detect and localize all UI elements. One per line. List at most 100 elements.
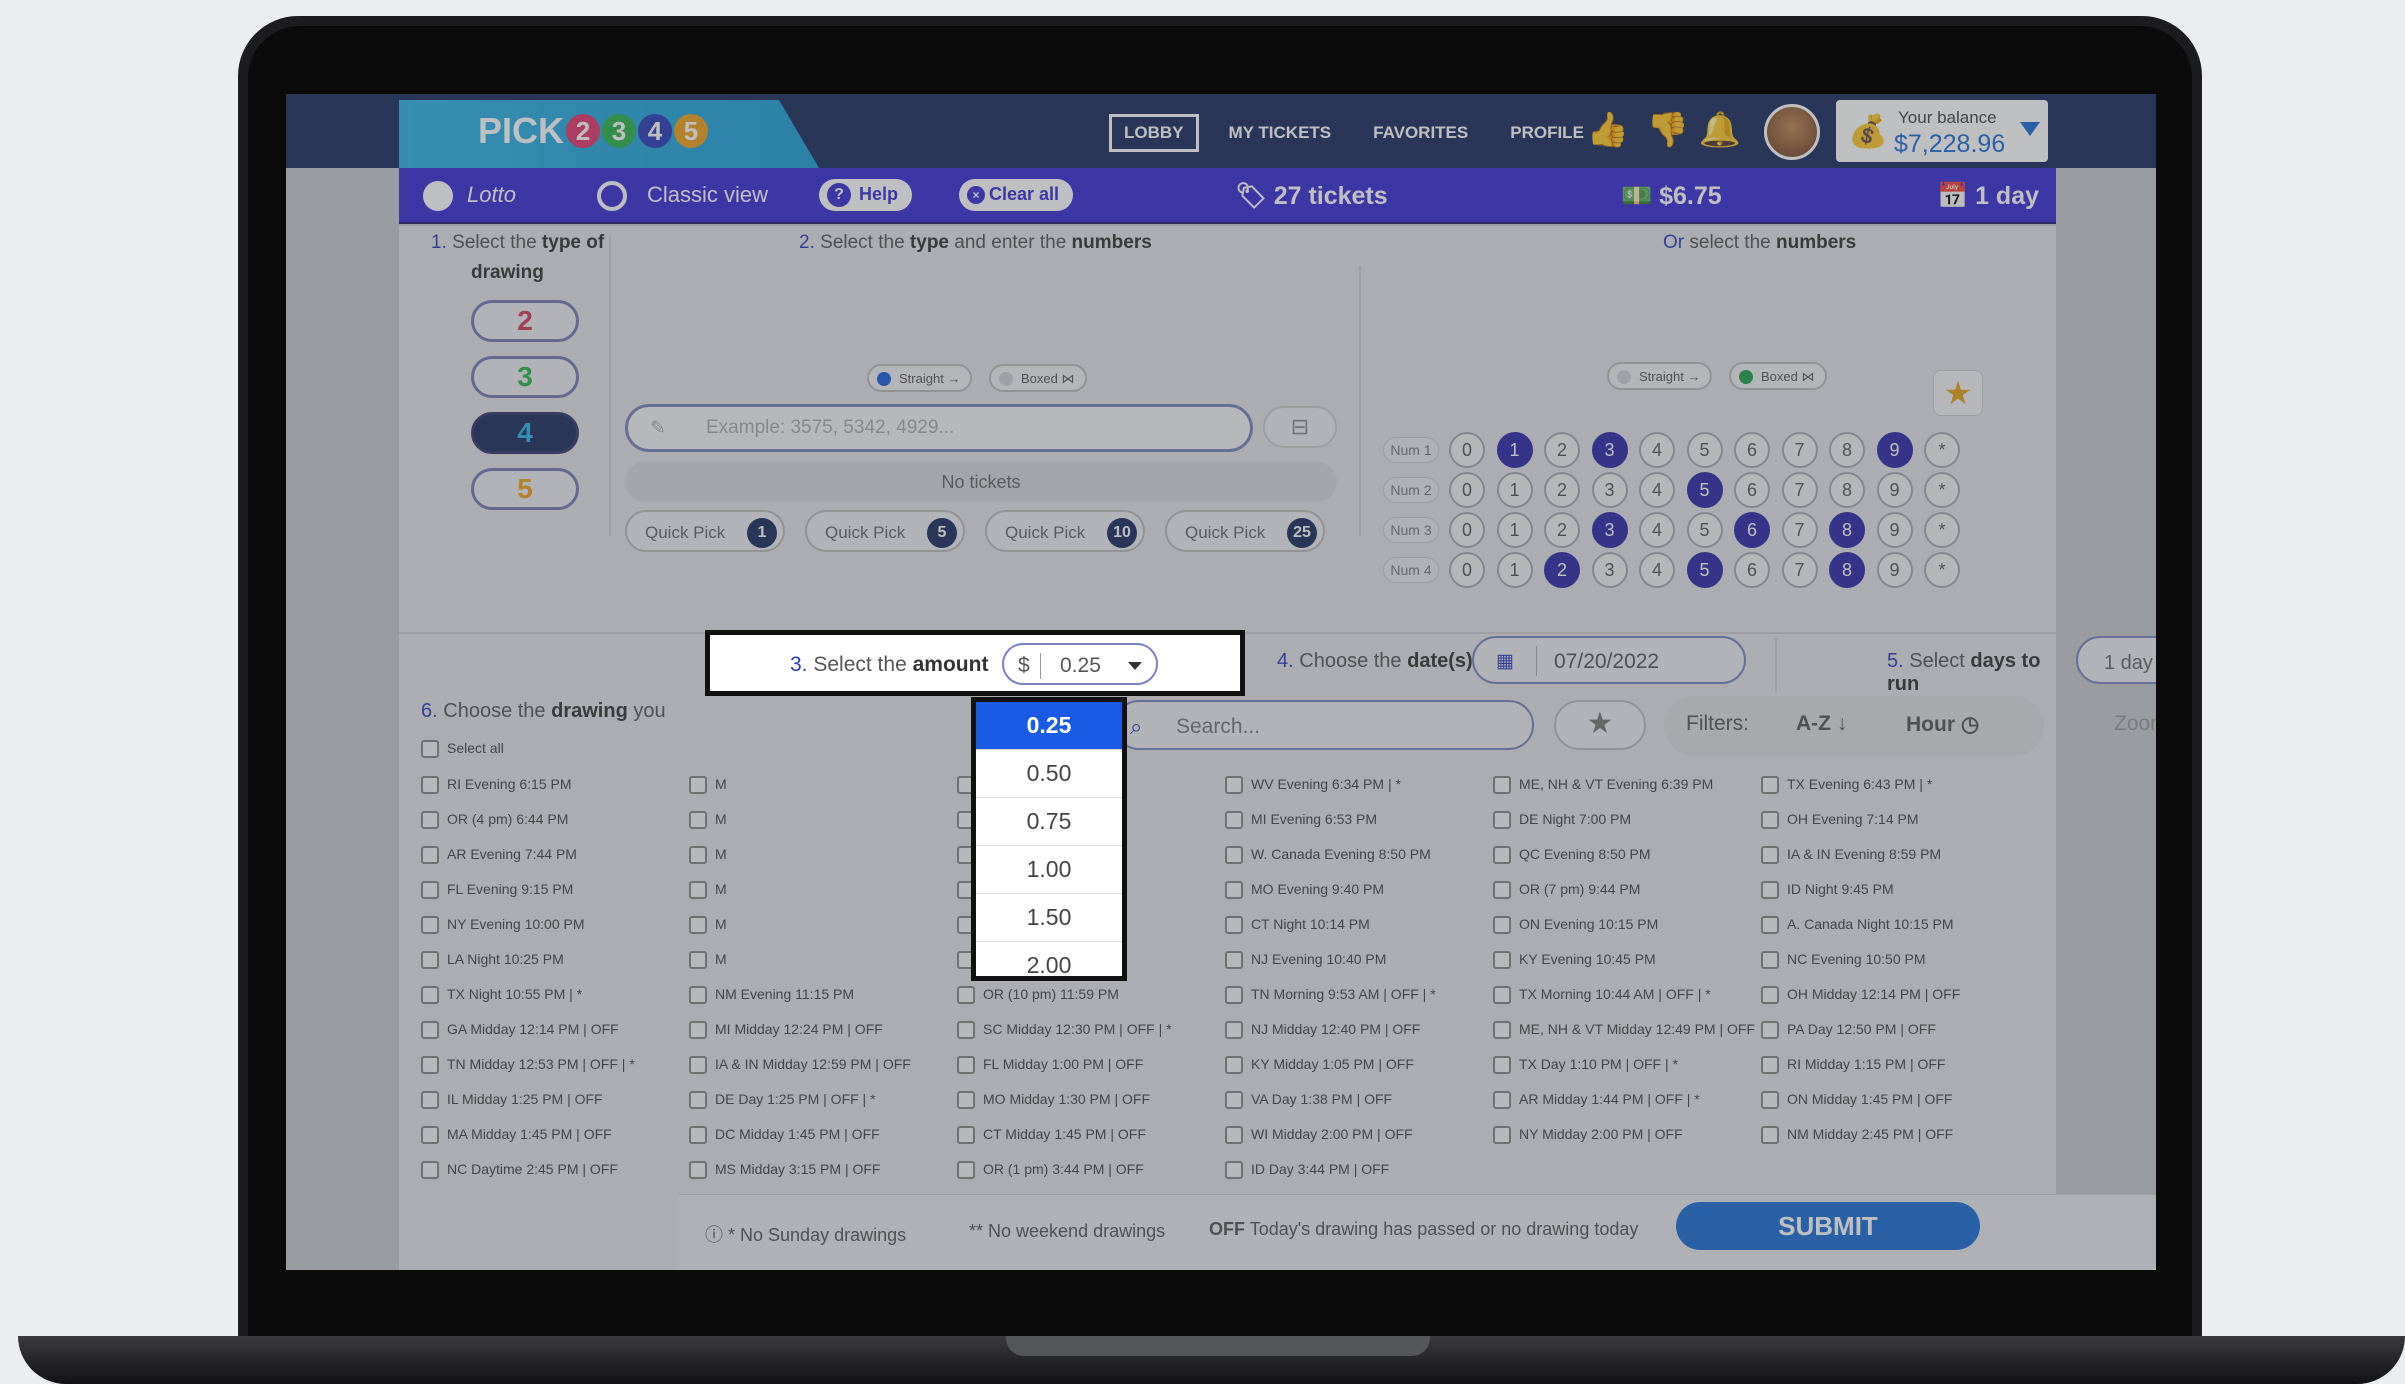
drawing-checkbox[interactable]: OR (4 pm) 6:44 PM bbox=[421, 811, 568, 830]
number-ball[interactable]: 5 bbox=[1686, 512, 1723, 548]
straight-toggle[interactable]: Straight → bbox=[867, 364, 973, 392]
drawing-checkbox[interactable]: TX Morning 10:44 AM | OFF | * bbox=[1493, 986, 1711, 1005]
straight-toggle-2[interactable]: Straight → bbox=[1607, 362, 1713, 390]
number-ball[interactable]: 3 bbox=[1591, 552, 1628, 588]
drawing-checkbox[interactable]: VA Day 1:38 PM | OFF bbox=[1225, 1091, 1392, 1110]
number-ball[interactable]: 0 bbox=[1449, 552, 1485, 588]
days-dropdown[interactable]: 1 day ▾ bbox=[2076, 636, 2156, 684]
drawing-checkbox[interactable]: ME, NH & VT Evening 6:39 PM bbox=[1493, 776, 1713, 795]
drawing-checkbox[interactable]: NY Evening 10:00 PM bbox=[421, 916, 585, 935]
drawing-checkbox[interactable]: RI Midday 1:15 PM | OFF bbox=[1761, 1056, 1945, 1075]
number-ball[interactable]: 1 bbox=[1496, 512, 1533, 548]
number-ball[interactable]: 3 bbox=[1591, 472, 1628, 508]
drawing-checkbox[interactable]: M bbox=[689, 776, 727, 795]
number-ball[interactable]: 2 bbox=[1544, 552, 1580, 588]
drawing-checkbox[interactable]: RI Evening 6:15 PM bbox=[421, 776, 572, 795]
number-ball[interactable]: 2 bbox=[1544, 472, 1580, 508]
number-ball[interactable]: * bbox=[1924, 512, 1960, 548]
amount-option[interactable]: 1.00 bbox=[976, 846, 1122, 894]
number-ball[interactable]: 8 bbox=[1829, 472, 1865, 508]
drawing-checkbox[interactable]: OH Midday 12:14 PM | OFF bbox=[1761, 986, 1960, 1005]
number-ball[interactable]: 4 bbox=[1639, 472, 1675, 508]
drawing-checkbox[interactable]: SC Midday 12:30 PM | OFF | * bbox=[957, 1021, 1172, 1040]
drawing-checkbox[interactable]: M bbox=[689, 951, 727, 970]
drawing-checkbox[interactable]: DE Night 7:00 PM bbox=[1493, 811, 1631, 830]
drawing-checkbox[interactable]: TX Evening 6:43 PM | * bbox=[1761, 776, 1932, 795]
number-ball[interactable]: 1 bbox=[1496, 552, 1533, 588]
number-ball[interactable]: 7 bbox=[1781, 512, 1818, 548]
drawing-checkbox[interactable]: DC Midday 1:45 PM | OFF bbox=[689, 1126, 880, 1145]
drawing-checkbox[interactable]: KY Evening 10:45 PM bbox=[1493, 951, 1656, 970]
quick-pick-10[interactable]: Quick Pick 10 bbox=[985, 510, 1145, 552]
bell-icon[interactable]: 🔔 bbox=[1698, 108, 1742, 152]
lotto-radio[interactable] bbox=[423, 181, 453, 211]
number-ball[interactable]: 0 bbox=[1449, 432, 1485, 468]
number-ball[interactable]: 6 bbox=[1734, 472, 1770, 508]
boxed-toggle[interactable]: Boxed ⋈ bbox=[989, 364, 1087, 392]
amount-option[interactable]: 1.50 bbox=[976, 894, 1122, 942]
drawing-checkbox[interactable]: CT Midday 1:45 PM | OFF bbox=[957, 1126, 1146, 1145]
drawing-checkbox[interactable]: ID Day 3:44 PM | OFF bbox=[1225, 1161, 1389, 1180]
drawing-checkbox[interactable]: A. Canada Night 10:15 PM bbox=[1761, 916, 1954, 935]
nav-lobby[interactable]: LOBBY bbox=[1109, 114, 1199, 152]
drawing-checkbox[interactable]: TX Night 10:55 PM | * bbox=[421, 986, 582, 1005]
drawing-checkbox[interactable]: M bbox=[689, 811, 727, 830]
drawing-checkbox[interactable]: M bbox=[689, 916, 727, 935]
pick5-button[interactable]: 5 bbox=[471, 468, 579, 510]
pick-logo[interactable]: PICK 2 3 4 5 bbox=[478, 110, 709, 152]
drawing-checkbox[interactable]: NM Evening 11:15 PM bbox=[689, 986, 854, 1005]
number-ball[interactable]: 3 bbox=[1591, 512, 1628, 548]
nav-profile[interactable]: PROFILE bbox=[1498, 117, 1596, 149]
drawing-checkbox[interactable]: M bbox=[689, 846, 727, 865]
thumbs-up-icon[interactable]: 👍 bbox=[1586, 108, 1630, 152]
number-ball[interactable]: 5 bbox=[1686, 472, 1723, 508]
drawing-checkbox[interactable]: MA Midday 1:45 PM | OFF bbox=[421, 1126, 612, 1145]
drawing-checkbox[interactable]: AR Evening 7:44 PM bbox=[421, 846, 577, 865]
amount-select[interactable]: $ 0.25 bbox=[1002, 643, 1158, 685]
drawing-checkbox[interactable]: GA Midday 12:14 PM | OFF bbox=[421, 1021, 619, 1040]
number-ball[interactable]: 6 bbox=[1734, 552, 1770, 588]
drawing-checkbox[interactable]: MI Midday 12:24 PM | OFF bbox=[689, 1021, 883, 1040]
number-ball[interactable]: * bbox=[1924, 432, 1960, 468]
drawing-checkbox[interactable]: KY Midday 1:05 PM | OFF bbox=[1225, 1056, 1414, 1075]
favorite-star-icon[interactable]: ★ bbox=[1933, 370, 1983, 416]
drawing-checkbox[interactable]: QC Evening 8:50 PM bbox=[1493, 846, 1651, 865]
drawing-checkbox[interactable]: WI Midday 2:00 PM | OFF bbox=[1225, 1126, 1413, 1145]
help-button[interactable]: ? Help bbox=[819, 179, 913, 211]
drawing-checkbox[interactable]: WV Evening 6:34 PM | * bbox=[1225, 776, 1401, 795]
drawing-checkbox[interactable]: MS Midday 3:15 PM | OFF bbox=[689, 1161, 880, 1180]
classic-view-radio[interactable] bbox=[597, 181, 627, 211]
pick4-button[interactable]: 4 bbox=[471, 412, 579, 454]
number-ball[interactable]: 7 bbox=[1781, 472, 1818, 508]
number-ball[interactable]: 3 bbox=[1591, 432, 1628, 468]
drawing-checkbox[interactable]: OR (10 pm) 11:59 PM bbox=[957, 986, 1119, 1005]
numbers-input[interactable]: ✎ Example: 3575, 5342, 4929... bbox=[625, 404, 1253, 452]
avatar[interactable] bbox=[1764, 104, 1820, 160]
drawing-checkbox[interactable]: TX Day 1:10 PM | OFF | * bbox=[1493, 1056, 1678, 1075]
quick-pick-1[interactable]: Quick Pick 1 bbox=[625, 510, 785, 552]
number-ball[interactable]: 4 bbox=[1639, 552, 1675, 588]
pick2-button[interactable]: 2 bbox=[471, 300, 579, 342]
number-ball[interactable]: 7 bbox=[1781, 552, 1818, 588]
number-ball[interactable]: 6 bbox=[1734, 512, 1770, 548]
drawing-checkbox[interactable]: NY Midday 2:00 PM | OFF bbox=[1493, 1126, 1683, 1145]
boxed-toggle-2[interactable]: Boxed ⋈ bbox=[1729, 362, 1827, 390]
number-ball[interactable]: 2 bbox=[1544, 432, 1580, 468]
number-ball[interactable]: 8 bbox=[1829, 432, 1865, 468]
number-ball[interactable]: * bbox=[1924, 472, 1960, 508]
select-all-checkbox[interactable]: Select all bbox=[421, 740, 504, 759]
drawing-checkbox[interactable]: NM Midday 2:45 PM | OFF bbox=[1761, 1126, 1953, 1145]
az-filter[interactable]: A-Z ↓ bbox=[1796, 712, 1847, 736]
number-ball[interactable]: 9 bbox=[1876, 472, 1913, 508]
clear-all-button[interactable]: × Clear all bbox=[959, 179, 1074, 211]
number-ball[interactable]: 4 bbox=[1639, 432, 1675, 468]
quick-pick-5[interactable]: Quick Pick 5 bbox=[805, 510, 965, 552]
drawing-checkbox[interactable]: OH Evening 7:14 PM bbox=[1761, 811, 1919, 830]
number-ball[interactable]: 5 bbox=[1686, 552, 1723, 588]
date-picker[interactable]: ▦ 07/20/2022 bbox=[1472, 636, 1746, 684]
number-ball[interactable]: 6 bbox=[1734, 432, 1770, 468]
drawing-checkbox[interactable]: AR Midday 1:44 PM | OFF | * bbox=[1493, 1091, 1700, 1110]
drawing-checkbox[interactable]: MI Evening 6:53 PM bbox=[1225, 811, 1377, 830]
drawing-checkbox[interactable]: NJ Midday 12:40 PM | OFF bbox=[1225, 1021, 1420, 1040]
drawing-checkbox[interactable]: TN Morning 9:53 AM | OFF | * bbox=[1225, 986, 1436, 1005]
